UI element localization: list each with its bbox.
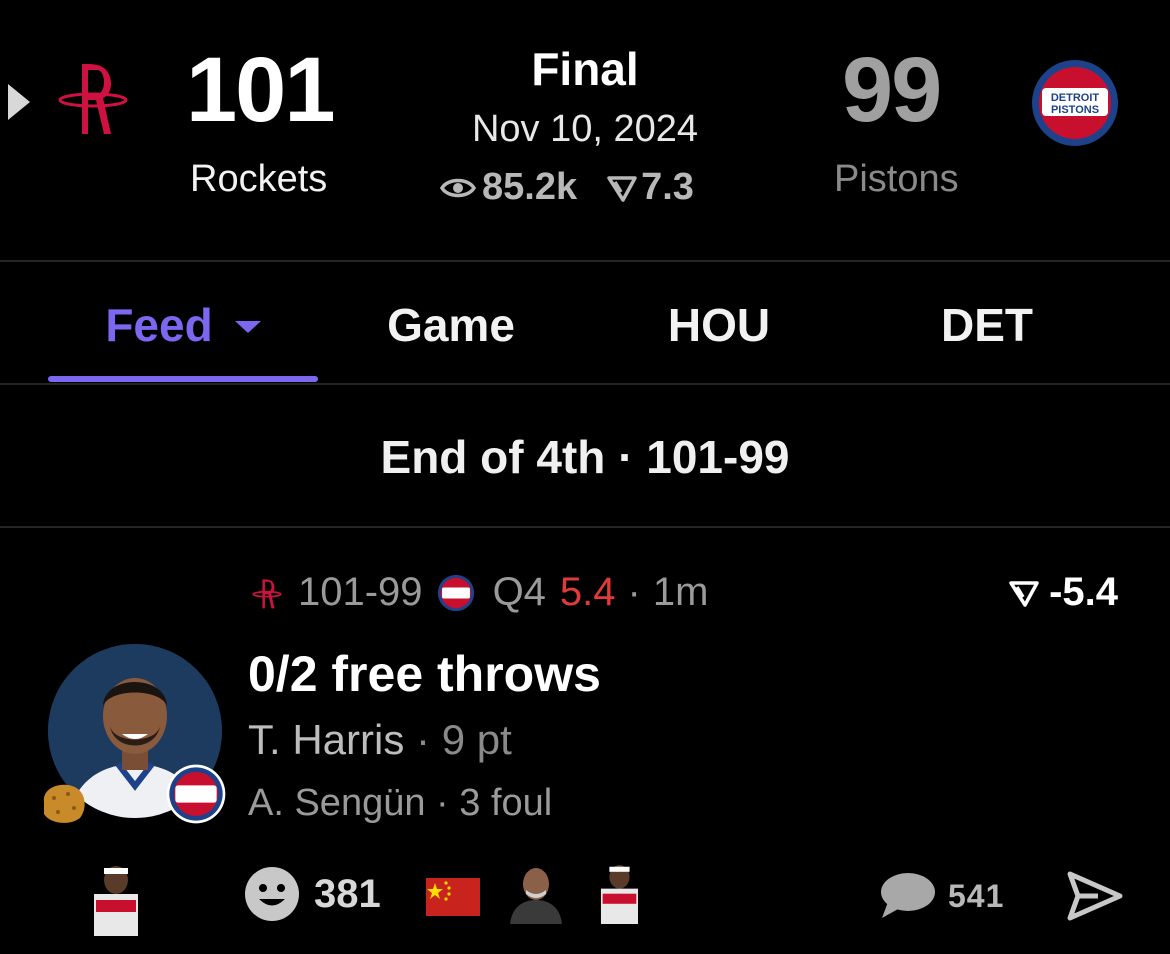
play-delta: -5.4 (1009, 570, 1118, 615)
away-team-name[interactable]: Pistons (834, 158, 959, 201)
game-date: Nov 10, 2024 (471, 108, 699, 150)
pistons-badge-icon (166, 764, 226, 824)
play-title: 0/2 free throws (248, 646, 601, 702)
pistons-logo-text-top: DETROIT (1051, 92, 1100, 104)
separator: · (627, 570, 641, 614)
play-meta: 101-99 Q4 5.4 · 1m (250, 570, 708, 615)
comment-icon[interactable] (878, 870, 936, 920)
player-sticker-icon[interactable] (592, 860, 652, 924)
tab-hou[interactable]: HOU (586, 298, 852, 352)
game-status: Final (531, 43, 639, 95)
pistons-logo-text-bottom: PISTONS (1051, 104, 1099, 116)
home-team-name[interactable]: Rockets (190, 158, 327, 201)
play-player-line: T. Harris · 9 pt (248, 716, 512, 764)
divider (0, 260, 1170, 262)
rockets-logo-icon (252, 578, 282, 608)
tab-det[interactable]: DET (854, 298, 1120, 352)
rockets-logo-icon[interactable] (58, 56, 128, 138)
play-time-ago: 1m (652, 570, 709, 614)
tab-game[interactable]: Game (318, 298, 584, 352)
pistons-logo-icon[interactable]: DETROIT PISTONS (1030, 58, 1120, 148)
player-name[interactable]: T. Harris (248, 716, 404, 763)
separator: · (436, 782, 449, 824)
send-icon[interactable] (1066, 870, 1124, 922)
player-sticker-icon[interactable] (84, 860, 154, 936)
play-quarter: Q4 (492, 570, 546, 614)
smile-icon[interactable] (244, 866, 300, 922)
comment-count: 541 (948, 878, 1005, 914)
away-score: 99 (842, 39, 942, 141)
play-secondary-line: A. Sengün · 3 foul (248, 782, 552, 825)
delta-value: -5.4 (1049, 570, 1118, 614)
game-meta: 85.2k 7.3 (440, 166, 694, 209)
play-clock: 5.4 (559, 570, 616, 614)
player-stat: 9 pt (441, 716, 512, 763)
tab-feed-label: Feed (105, 299, 213, 351)
chevron-down-icon (234, 321, 261, 333)
divider (0, 526, 1170, 528)
period-header: End of 4th · 101-99 (380, 431, 790, 483)
game-rating: 7.3 (641, 166, 694, 208)
pistons-logo-icon (437, 574, 474, 611)
rating-icon (1009, 580, 1039, 607)
person-sticker-icon[interactable] (506, 862, 566, 924)
play-score: 101-99 (298, 570, 423, 614)
divider (0, 383, 1170, 385)
view-count: 85.2k (482, 166, 578, 208)
rating-icon (607, 175, 637, 202)
nugget-icon (43, 784, 85, 823)
separator: · (416, 716, 431, 763)
tab-feed[interactable]: Feed (48, 298, 318, 352)
expand-arrow-icon[interactable] (8, 84, 30, 120)
china-flag-icon[interactable] (426, 878, 480, 916)
home-score: 101 (186, 39, 335, 141)
secondary-player-stat: 3 foul (459, 782, 553, 824)
secondary-player-name[interactable]: A. Sengün (248, 782, 425, 824)
eye-icon (440, 178, 476, 197)
reaction-count: 381 (314, 872, 381, 916)
active-tab-indicator (48, 376, 318, 382)
